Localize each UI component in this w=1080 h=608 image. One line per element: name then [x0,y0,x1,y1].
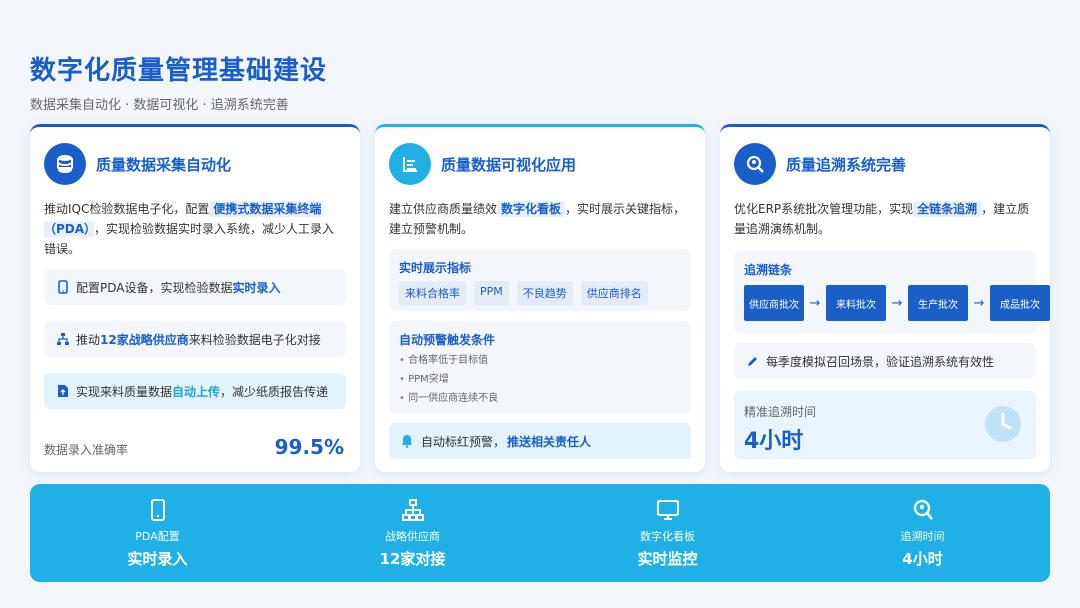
card-description: 推动IQC检验数据电子化，配置 便携式数据采集终端（PDA） ，实现检验数据实时录入… [44,199,346,259]
chain-step: 供应商批次 [744,285,804,321]
alert-bold: 推送相关责任人 [507,434,592,449]
banner-label: 数字化看板 [640,530,695,543]
card-title: 质量追溯系统完善 [786,155,907,174]
card-description: 优化ERP系统批次管理功能，实现 全链条追溯 ，建立质量追溯演练机制。 [734,199,1036,239]
metric-tag: 供应商排名 [580,281,648,305]
network-icon [56,332,70,346]
feature-item: 实现来料质量数据 自动上传 ，减少纸质报告传递 [44,373,346,409]
file-upload-icon [56,384,70,398]
search-location-icon [734,143,776,185]
metric-tag: 来料合格率 [399,281,466,305]
panel-title: 实时展示指标 [399,261,472,275]
feature-text: ，减少纸质报告传递 [220,384,329,399]
card-header: 质量数据可视化应用 [389,143,576,185]
feature-text: 实现来料质量数据 [76,384,173,399]
chain-step: 来料批次 [826,285,886,321]
time-value: 4小时 [744,429,804,454]
triggers-panel: 自动预警触发条件 合格率低于目标值 PPM突增 同一供应商连续不良 [389,321,691,413]
page-subtitle: 数据采集自动化 · 数据可视化 · 追溯系统完善 [30,98,289,113]
banner-item: 战略供应商 12家对接 [285,484,540,582]
bell-icon [401,434,415,448]
metric-tag: 不良趋势 [516,281,573,305]
trigger-list: 合格率低于目标值 PPM突增 同一供应商连续不良 [399,351,498,408]
banner-item: 数字化看板 实时监控 [540,484,795,582]
banner-value: 实时录入 [127,550,188,568]
banner-value: 12家对接 [379,550,446,568]
feature-text: 推动 [76,332,101,347]
feature-bold: 12家战略供应商 [100,332,189,347]
feature-text: 配置PDA设备，实现检验数据 [76,280,233,295]
alert-box: 自动标红预警， 推送相关责任人 [389,423,691,459]
banner-label: PDA配置 [135,530,180,543]
database-icon [44,143,86,185]
metric-tag: PPM [474,281,509,305]
trace-chain: 供应商批次 → 来料批次 → 生产批次 → 成品批次 [744,285,1050,321]
card-traceability: 质量追溯系统完善 优化ERP系统批次管理功能，实现 全链条追溯 ，建立质量追溯演练机… [720,124,1050,472]
chart-list-icon [389,143,431,185]
card-description: 建立供应商质量绩效 数字化看板 ，实时展示关键指标，建立预警机制。 [389,199,691,239]
list-item: 合格率低于目标值 [399,351,498,370]
desc-highlight: 数字化看板 [497,201,566,217]
network-icon [401,498,425,522]
banner-item: PDA配置 实时录入 [30,484,285,582]
card-title: 质量数据采集自动化 [96,155,232,174]
card-data-collection: 质量数据采集自动化 推动IQC检验数据电子化，配置 便携式数据采集终端（PDA），… [30,124,360,472]
banner-label: 战略供应商 [385,530,440,543]
feature-text: 来料检验数据电子化对接 [188,332,321,347]
desc-highlight: 全链条追溯 [913,201,982,217]
arrow-right-icon: → [891,295,903,311]
feature-text: 每季度模拟召回场景，验证追溯系统有效性 [766,354,995,369]
desc-text: 推动IQC检验数据电子化，配置 [44,202,210,216]
panel-title: 自动预警触发条件 [399,333,496,347]
summary-banner: PDA配置 实时录入 战略供应商 12家对接 数字化看板 实时监控 追溯时间 4… [30,484,1050,582]
card-header: 质量数据采集自动化 [44,143,231,185]
stat-value: 99.5% [274,435,344,459]
clock-icon [984,405,1022,443]
feature-bold: 自动上传 [172,384,221,399]
chain-step: 成品批次 [990,285,1050,321]
desc-text: 建立供应商质量绩效 [389,202,498,216]
feature-item: 推动 12家战略供应商 来料检验数据电子化对接 [44,321,346,357]
feature-item: 每季度模拟召回场景，验证追溯系统有效性 [734,343,1036,379]
list-item: PPM突增 [399,370,498,389]
arrow-right-icon: → [809,295,821,311]
list-item: 同一供应商连续不良 [399,389,498,408]
panel-title: 追溯链条 [744,263,793,277]
arrow-right-icon: → [973,295,985,311]
chain-panel: 追溯链条 供应商批次 → 来料批次 → 生产批次 → 成品批次 [734,251,1050,333]
mobile-icon [56,280,70,294]
metrics-panel: 实时展示指标 来料合格率 PPM 不良趋势 供应商排名 [389,249,691,311]
location-search-icon [911,498,935,522]
trace-time-panel: 精准追溯时间 4小时 [734,391,1036,459]
metric-tags: 来料合格率 PPM 不良趋势 供应商排名 [399,281,648,305]
banner-value: 4小时 [902,550,943,568]
card-title: 质量数据可视化应用 [441,155,577,174]
banner-label: 追溯时间 [900,530,945,543]
feature-bold: 实时录入 [232,280,281,295]
desc-text: 优化ERP系统批次管理功能，实现 [734,202,914,216]
page-title: 数字化质量管理基础建设 [30,56,328,86]
tablet-icon [146,498,170,522]
alert-text: 自动标红预警， [421,434,506,449]
stat-label: 数据录入准确率 [44,443,129,457]
feature-item: 配置PDA设备，实现检验数据 实时录入 [44,269,346,305]
chain-step: 生产批次 [908,285,968,321]
card-header: 质量追溯系统完善 [734,143,906,185]
banner-item: 追溯时间 4小时 [795,484,1050,582]
time-label: 精准追溯时间 [744,405,817,419]
card-visualization: 质量数据可视化应用 建立供应商质量绩效 数字化看板 ，实时展示关键指标，建立预警机制… [375,124,705,472]
pencil-icon [746,354,760,368]
monitor-icon [656,498,680,522]
banner-value: 实时监控 [637,550,698,568]
